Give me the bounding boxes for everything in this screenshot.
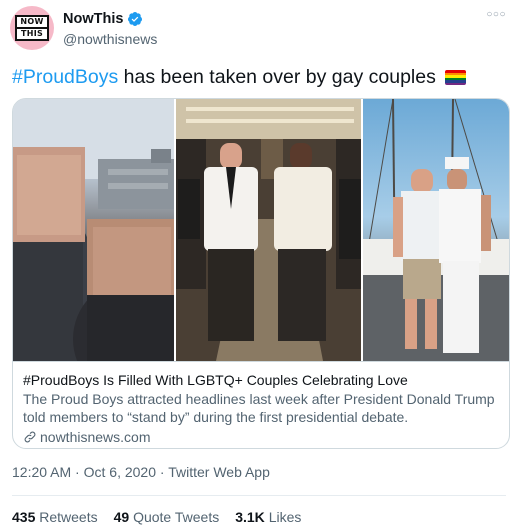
verified-badge-icon — [128, 12, 143, 26]
hashtag-link[interactable]: #ProudBoys — [12, 66, 118, 88]
meta-separator: · — [71, 464, 84, 480]
card-photo-selfie — [13, 99, 174, 361]
tweet: NOW THIS NowThis @nowthisnews ○○○ #Proud… — [0, 0, 518, 531]
card-domain-text: nowthisnews.com — [40, 429, 151, 445]
tweet-time[interactable]: 12:20 AM — [12, 464, 71, 480]
link-icon — [24, 431, 36, 443]
card-domain: nowthisnews.com — [23, 428, 499, 446]
card-description: The Proud Boys attracted headlines last … — [23, 391, 495, 425]
link-card[interactable]: #ProudBoys Is Filled With LGBTQ+ Couples… — [12, 98, 510, 449]
card-photo-wedding — [175, 99, 362, 361]
tweet-text: #ProudBoys has been taken over by gay co… — [12, 66, 467, 89]
harbor-illustration — [363, 99, 509, 361]
rainbow-flag-icon — [445, 70, 467, 85]
card-image — [13, 99, 509, 361]
divider — [12, 495, 506, 496]
tweet-date[interactable]: Oct 6, 2020 — [84, 464, 156, 480]
handle[interactable]: @nowthisnews — [63, 31, 157, 47]
retweets-stat[interactable]: 435 Retweets — [12, 509, 98, 525]
nowthis-logo: NOW THIS — [15, 15, 49, 41]
likes-label: Likes — [268, 509, 302, 525]
engagement-stats: 435 Retweets 49 Quote Tweets 3.1K Likes — [12, 509, 317, 525]
wedding-illustration — [175, 99, 362, 361]
avatar[interactable]: NOW THIS — [10, 6, 54, 50]
display-name[interactable]: NowThis — [63, 11, 123, 27]
retweets-label: Retweets — [39, 509, 98, 525]
author-name-row[interactable]: NowThis — [63, 11, 143, 27]
avatar-logo-line-2: THIS — [17, 27, 47, 39]
likes-count: 3.1K — [235, 509, 265, 525]
card-body: #ProudBoys Is Filled With LGBTQ+ Couples… — [13, 361, 509, 448]
quote-tweets-count: 49 — [113, 509, 130, 525]
selfie-illustration — [13, 99, 174, 361]
card-title: #ProudBoys Is Filled With LGBTQ+ Couples… — [23, 372, 408, 388]
quote-tweets-label: Quote Tweets — [133, 509, 220, 525]
avatar-logo-line-1: NOW — [20, 17, 44, 26]
tweet-source-app[interactable]: Twitter Web App — [168, 464, 270, 480]
likes-stat[interactable]: 3.1K Likes — [235, 509, 301, 525]
card-photo-harbor — [363, 99, 509, 361]
meta-separator: · — [156, 464, 169, 480]
retweets-count: 435 — [12, 509, 36, 525]
more-options-icon[interactable]: ○○○ — [486, 9, 506, 20]
tweet-timestamp-line: 12:20 AM · Oct 6, 2020 · Twitter Web App — [12, 464, 270, 480]
quote-tweets-stat[interactable]: 49 Quote Tweets — [114, 509, 220, 525]
tweet-text-body: has been taken over by gay couples — [118, 66, 436, 88]
